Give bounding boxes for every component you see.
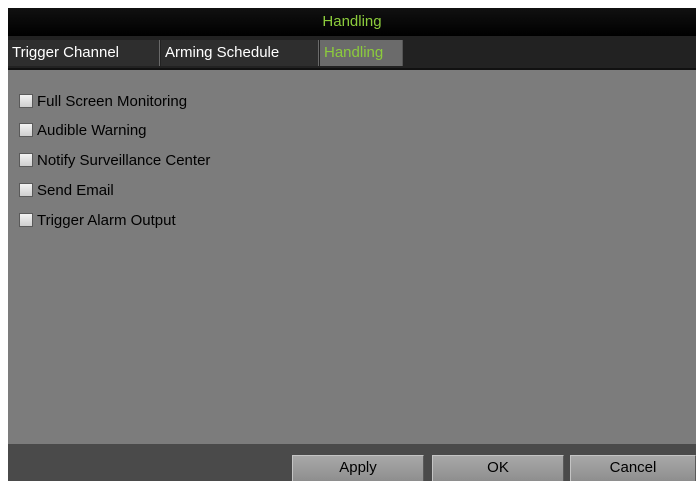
cancel-button[interactable]: Cancel — [570, 455, 696, 481]
ok-button[interactable]: OK — [432, 455, 564, 481]
audible-warning-label: Audible Warning — [37, 121, 147, 139]
send-email-label: Send Email — [37, 181, 114, 199]
dialog-title: Handling — [8, 8, 696, 36]
trigger-alarm-output-checkbox[interactable] — [19, 213, 33, 227]
trigger-alarm-output-label: Trigger Alarm Output — [37, 211, 176, 229]
notify-surveillance-center-checkbox[interactable] — [19, 153, 33, 167]
handling-options-panel: Full Screen Monitoring Audible Warning N… — [8, 70, 696, 448]
audible-warning-checkbox[interactable] — [19, 123, 33, 137]
option-trigger-alarm-output[interactable]: Trigger Alarm Output — [19, 209, 176, 231]
full-screen-monitoring-label: Full Screen Monitoring — [37, 92, 188, 110]
option-notify-surveillance-center[interactable]: Notify Surveillance Center — [19, 149, 210, 171]
handling-dialog: Handling Trigger Channel Arming Schedule… — [8, 8, 696, 481]
tab-arming-schedule[interactable]: Arming Schedule — [161, 40, 319, 66]
option-send-email[interactable]: Send Email — [19, 179, 114, 201]
apply-button[interactable]: Apply — [292, 455, 424, 481]
tab-trigger-channel[interactable]: Trigger Channel — [8, 40, 160, 66]
send-email-checkbox[interactable] — [19, 183, 33, 197]
dialog-footer: Apply OK Cancel — [8, 444, 696, 481]
tab-bar: Trigger Channel Arming Schedule Handling — [8, 36, 696, 70]
option-full-screen-monitoring[interactable]: Full Screen Monitoring — [19, 90, 187, 112]
option-audible-warning[interactable]: Audible Warning — [19, 119, 147, 141]
full-screen-monitoring-checkbox[interactable] — [19, 94, 33, 108]
tab-handling[interactable]: Handling — [320, 40, 403, 66]
notify-surveillance-center-label: Notify Surveillance Center — [37, 151, 211, 169]
